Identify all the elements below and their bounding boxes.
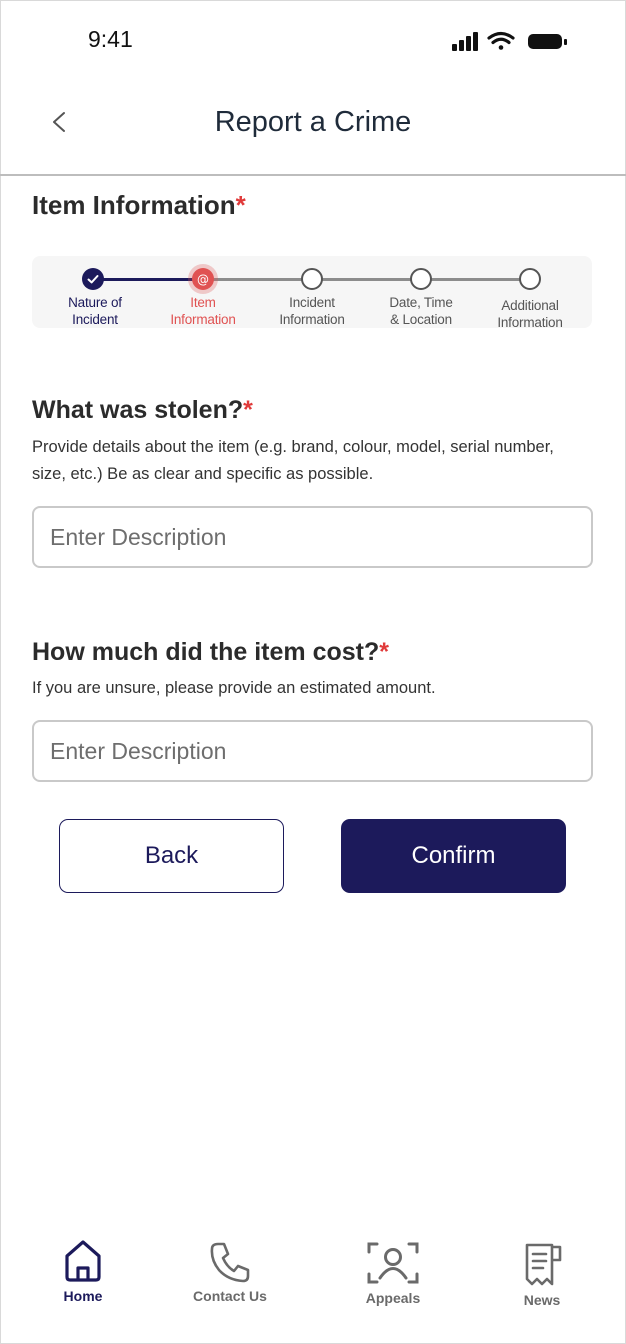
question-stolen-title: What was stolen?* bbox=[32, 396, 253, 425]
question-stolen-description: Provide details about the item (e.g. bra… bbox=[32, 438, 554, 483]
step-label-nature-of-incident: Nature of Incident bbox=[45, 294, 145, 328]
step-label-item-information: Item Information bbox=[153, 294, 253, 328]
question-stolen-text: What was stolen? bbox=[32, 396, 244, 424]
step-2-current-icon: @ bbox=[192, 268, 214, 290]
tab-contact-us[interactable]: Contact Us bbox=[175, 1240, 285, 1304]
step-connector-completed bbox=[95, 278, 203, 281]
step-4-pending-icon bbox=[410, 268, 432, 290]
battery-icon bbox=[528, 34, 567, 49]
step-label-line: Item bbox=[190, 295, 216, 310]
step-connector-pending bbox=[203, 278, 529, 281]
back-button[interactable]: Back bbox=[59, 819, 284, 893]
step-label-line: Nature of bbox=[68, 295, 122, 310]
question-cost-text: How much did the item cost? bbox=[32, 638, 380, 666]
tab-appeals[interactable]: Appeals bbox=[338, 1240, 448, 1306]
tab-label: Home bbox=[63, 1288, 103, 1304]
wifi-icon bbox=[487, 31, 515, 50]
nav-header: Report a Crime bbox=[0, 90, 626, 176]
item-cost-input[interactable] bbox=[32, 720, 593, 782]
tab-label: News bbox=[523, 1292, 561, 1308]
svg-text:@: @ bbox=[197, 273, 209, 287]
signal-icon bbox=[452, 32, 478, 51]
tab-label: Contact Us bbox=[193, 1288, 267, 1304]
step-3-pending-icon bbox=[301, 268, 323, 290]
question-cost-description: If you are unsure, please provide an est… bbox=[32, 679, 436, 697]
news-icon bbox=[525, 1243, 562, 1286]
required-asterisk: * bbox=[243, 396, 253, 424]
tab-home[interactable]: Home bbox=[28, 1238, 138, 1304]
required-asterisk: * bbox=[379, 638, 389, 666]
stolen-item-description-input[interactable] bbox=[32, 506, 593, 568]
phone-icon bbox=[210, 1242, 250, 1283]
section-title: Item Information* bbox=[32, 190, 246, 221]
progress-stepper: @ Nature of Incident Item Information In… bbox=[32, 256, 592, 331]
page-title: Report a Crime bbox=[214, 106, 412, 138]
person-scan-icon bbox=[367, 1242, 419, 1284]
confirm-button[interactable]: Confirm bbox=[341, 819, 566, 893]
status-bar: 9:41 bbox=[0, 0, 626, 80]
step-label-line: Information bbox=[279, 312, 345, 327]
tab-label: Appeals bbox=[365, 1290, 421, 1306]
section-title-text: Item Information bbox=[32, 190, 236, 220]
status-icons bbox=[452, 30, 570, 57]
step-label-line: Date, Time bbox=[389, 295, 453, 310]
step-label-line: Information bbox=[170, 312, 236, 327]
step-label-line: & Location bbox=[390, 312, 452, 327]
step-5-pending-icon bbox=[519, 268, 541, 290]
step-label-line: Incident bbox=[72, 312, 118, 327]
step-label-additional-information: Additional Information bbox=[480, 297, 580, 331]
tab-news[interactable]: News bbox=[487, 1242, 597, 1308]
status-time: 9:41 bbox=[88, 26, 133, 52]
step-1-complete-icon bbox=[82, 268, 104, 290]
home-icon bbox=[65, 1240, 101, 1282]
step-label-incident-information: Incident Information bbox=[262, 294, 362, 328]
step-label-date-time-location: Date, Time & Location bbox=[371, 294, 471, 328]
step-label-line: Additional bbox=[501, 298, 559, 313]
step-label-line: Information bbox=[497, 315, 563, 330]
question-cost-title: How much did the item cost?* bbox=[32, 638, 389, 667]
required-asterisk: * bbox=[235, 190, 246, 220]
step-label-line: Incident bbox=[289, 295, 335, 310]
